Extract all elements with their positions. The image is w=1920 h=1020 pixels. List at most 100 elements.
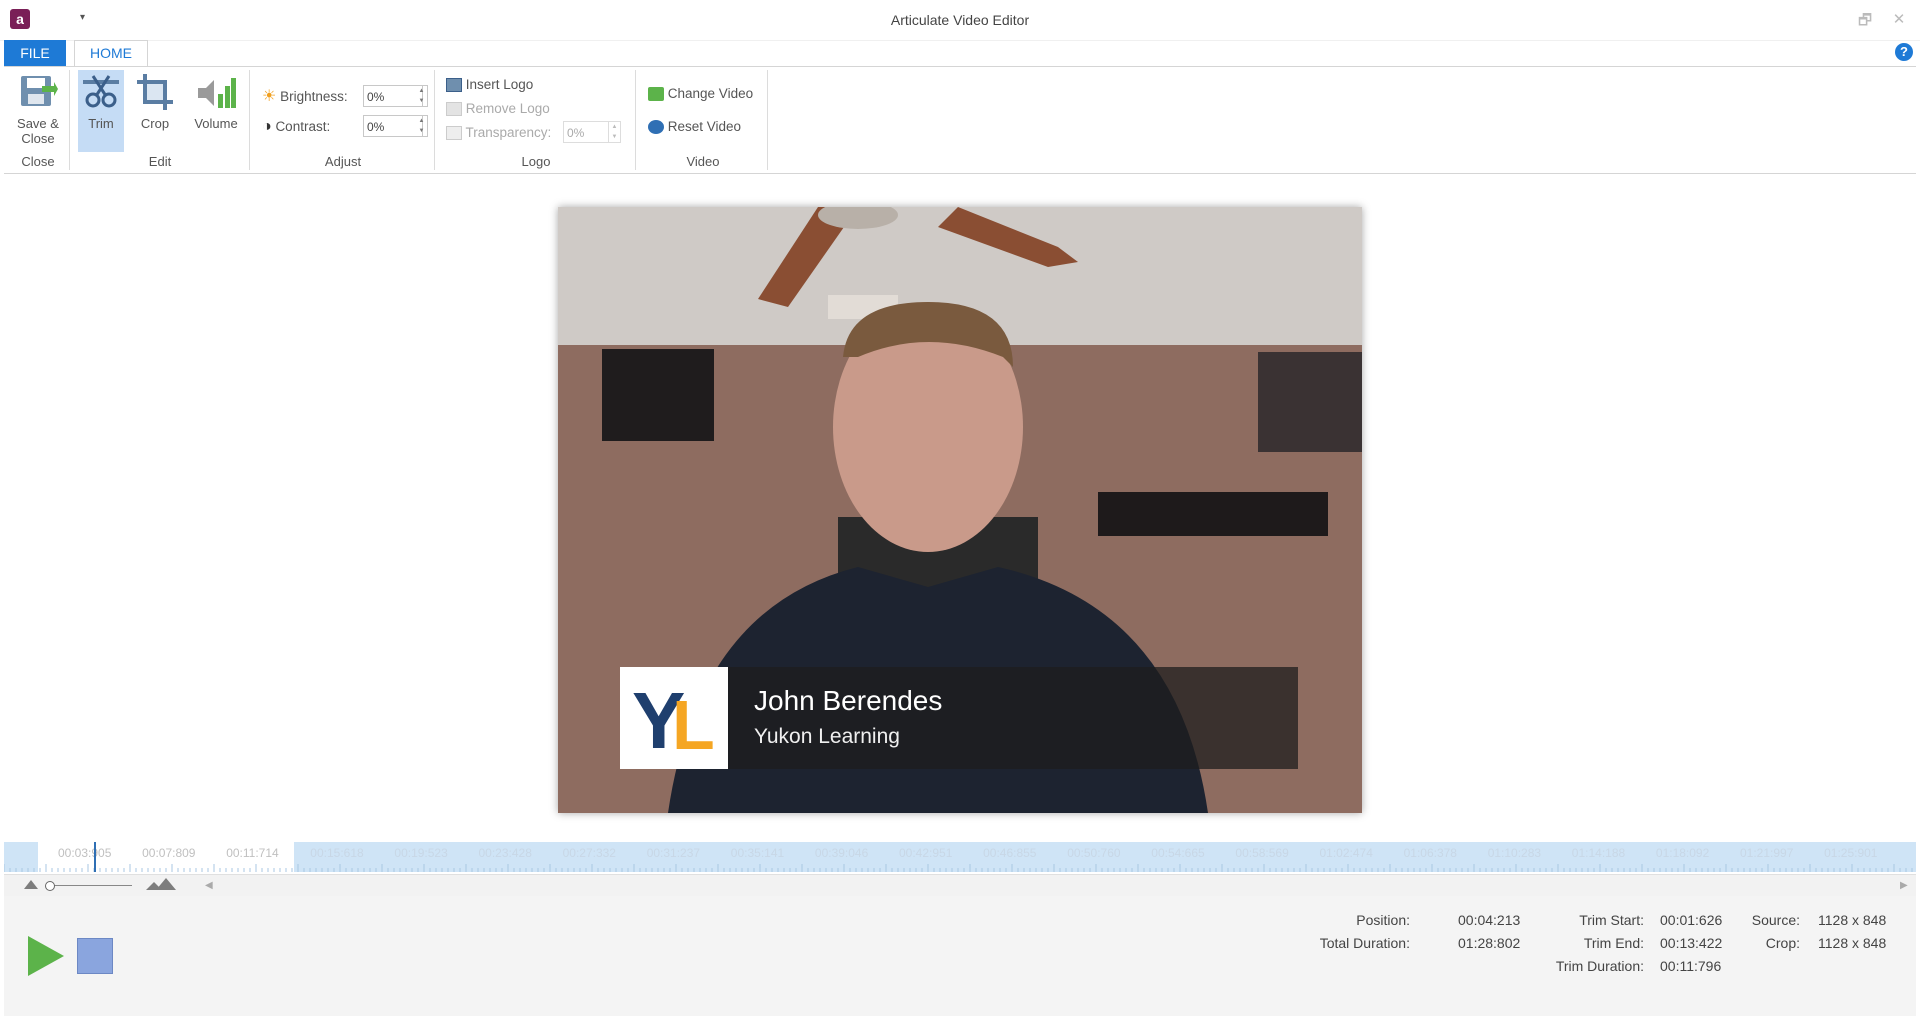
timeline-tick-label: 00:58:569 — [1235, 846, 1289, 860]
timeline-tick-label: 00:11:714 — [226, 846, 279, 860]
timeline-tick-label: 01:25:901 — [1824, 846, 1878, 860]
logo-group-label: Logo — [521, 154, 551, 169]
insert-logo-button[interactable]: Insert Logo — [446, 74, 533, 96]
volume-button[interactable]: Volume — [186, 70, 246, 152]
source-value: 1128 x 848 — [1818, 912, 1887, 928]
contrast-spinner[interactable]: ▲ ▼ — [416, 115, 428, 137]
trim-duration-value: 00:11:796 — [1660, 958, 1722, 974]
timeline-tick-label: 00:19:523 — [394, 846, 448, 860]
contrast-row: ◑ Contrast: — [262, 116, 330, 138]
reset-video-icon — [648, 120, 664, 135]
stop-button[interactable] — [77, 938, 113, 974]
trim-end-label: Trim End: — [1583, 935, 1644, 951]
timeline-tick-label: 00:35:141 — [730, 846, 785, 860]
position-label: Position: — [1356, 912, 1410, 928]
lower-third-company: Yukon Learning — [754, 725, 900, 748]
help-icon[interactable]: ? — [1895, 43, 1913, 61]
total-duration-value: 01:28:802 — [1458, 935, 1521, 951]
contrast-input[interactable]: 0% — [363, 115, 423, 137]
crop-label: Crop — [140, 116, 170, 131]
trim-label: Trim — [88, 116, 114, 131]
transparency-row: Transparency: — [446, 122, 551, 144]
trim-scissors-icon — [81, 72, 121, 112]
zoom-slider[interactable] — [48, 885, 132, 886]
trim-button[interactable]: Trim — [78, 70, 124, 152]
change-video-label: Change Video — [667, 86, 754, 101]
group-divider — [69, 70, 70, 170]
trim-start-label: Trim Start: — [1579, 912, 1644, 928]
timeline-tick-label: 01:06:378 — [1403, 846, 1457, 860]
group-divider — [635, 70, 636, 170]
close-group-label: Close — [21, 154, 55, 169]
timeline-tick-label: 01:14:188 — [1571, 846, 1626, 860]
contrast-label: Contrast: — [275, 119, 331, 134]
tab-home[interactable]: HOME — [74, 40, 148, 67]
brightness-input[interactable]: 0% — [363, 85, 423, 107]
timeline-tick-label: 00:15:618 — [310, 846, 364, 860]
tab-file[interactable]: FILE — [4, 40, 66, 66]
brightness-spinner[interactable]: ▲ ▼ — [416, 85, 428, 107]
crop-size-value: 1128 x 848 — [1818, 935, 1887, 951]
close-window-icon[interactable]: ✕ — [1889, 10, 1909, 28]
crop-size-label: Crop: — [1765, 935, 1800, 951]
reset-video-button[interactable]: Reset Video — [648, 116, 741, 138]
transparency-spinner[interactable]: ▲ ▼ — [609, 121, 621, 143]
restore-window-icon[interactable]: 🗗 — [1855, 10, 1875, 35]
trim-duration-label: Trim Duration: — [1555, 958, 1644, 974]
save-close-icon — [18, 72, 58, 112]
zoom-in-icon[interactable] — [146, 878, 176, 890]
adjust-group-label: Adjust — [324, 154, 362, 169]
timeline-tick-label: 01:18:092 — [1655, 846, 1710, 860]
brightness-label: Brightness: — [280, 89, 348, 104]
timeline-tick-label: 00:07:809 — [142, 846, 196, 860]
timeline-tick-label: 00:27:332 — [562, 846, 616, 860]
logo-letter-l: L — [672, 686, 715, 764]
source-label: Source: — [1751, 912, 1800, 928]
transparency-label: Transparency: — [465, 125, 552, 140]
remove-logo-icon — [446, 102, 462, 117]
crop-icon — [135, 72, 175, 112]
remove-logo-label: Remove Logo — [465, 101, 550, 116]
timeline-tick-label: 00:39:046 — [814, 846, 869, 860]
timeline-tick-label: 00:23:428 — [478, 846, 532, 860]
edit-group-label: Edit — [148, 154, 172, 169]
transparency-icon — [446, 126, 462, 141]
brightness-row: ☀ Brightness: — [262, 86, 348, 108]
lower-third-name: John Berendes — [754, 685, 943, 716]
brightness-sun-icon: ☀ — [262, 88, 277, 105]
timeline-tick-label: 00:31:237 — [646, 846, 701, 860]
save-close-button[interactable]: Save & Close — [10, 70, 66, 152]
crop-button[interactable]: Crop — [132, 70, 178, 152]
timeline-tick-label: 00:42:951 — [899, 846, 953, 860]
timeline-tick-label: 00:03:905 — [58, 846, 112, 860]
zoom-slider-thumb[interactable] — [45, 881, 55, 891]
playhead[interactable] — [94, 842, 96, 872]
group-divider — [249, 70, 250, 170]
zoom-out-icon[interactable] — [24, 880, 38, 889]
scroll-right-icon[interactable]: ▶ — [1900, 880, 1908, 891]
timeline-tick-label: 00:54:665 — [1151, 846, 1205, 860]
volume-label: Volume — [194, 116, 238, 131]
total-duration-label: Total Duration: — [1319, 935, 1410, 951]
remove-logo-button[interactable]: Remove Logo — [446, 98, 550, 120]
volume-bars-icon — [196, 72, 236, 112]
timeline-tick-label: 01:10:283 — [1487, 846, 1542, 860]
insert-logo-label: Insert Logo — [465, 77, 534, 92]
change-video-icon — [648, 87, 664, 102]
group-divider — [434, 70, 435, 170]
play-button[interactable] — [28, 936, 64, 976]
timeline-tick-marks — [4, 864, 1913, 872]
timeline-tick-label: 00:46:855 — [983, 846, 1037, 860]
video-preview: Y L John Berendes Yukon Learning — [558, 207, 1362, 813]
timeline-tick-label: 01:02:474 — [1319, 846, 1373, 860]
scroll-left-icon[interactable]: ◀ — [205, 880, 213, 891]
change-video-button[interactable]: Change Video — [648, 83, 753, 105]
save-close-label: Save & Close — [17, 116, 59, 146]
group-divider — [767, 70, 768, 170]
insert-logo-icon — [446, 78, 462, 93]
transparency-input[interactable]: 0% — [563, 121, 609, 143]
timeline-tick-label: 01:21:997 — [1740, 846, 1794, 860]
trim-start-value: 00:01:626 — [1660, 912, 1723, 928]
position-value: 00:04:213 — [1458, 912, 1521, 928]
video-group-label: Video — [686, 154, 720, 169]
